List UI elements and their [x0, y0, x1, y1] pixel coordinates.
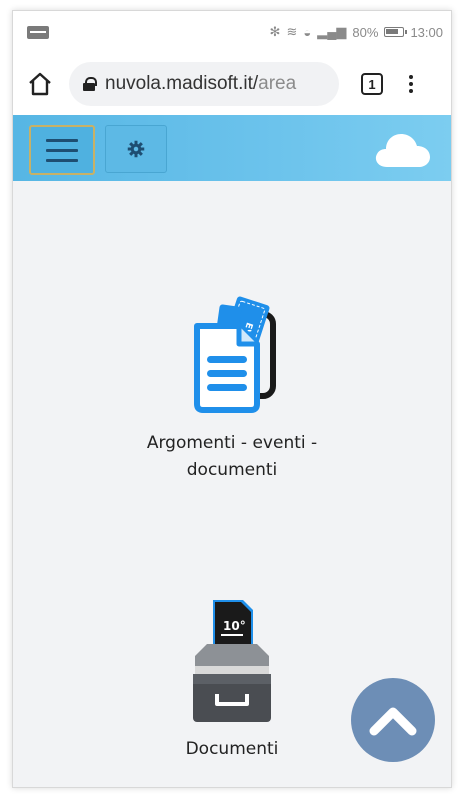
menu-toggle-button[interactable] — [29, 125, 95, 175]
home-icon — [29, 72, 51, 96]
wifi-icon: ◒ — [303, 24, 312, 40]
settings-button[interactable] — [105, 125, 167, 173]
signal-icon: ▂▄▆ — [317, 24, 347, 39]
status-bar: ✻ ≋ ◒ ▂▄▆ 80% 13:00 — [13, 11, 451, 53]
hamburger-line — [46, 138, 78, 142]
hamburger-line — [46, 158, 78, 162]
gear-icon — [127, 140, 145, 158]
battery-percent: 80% — [352, 24, 379, 40]
notification-icon — [27, 25, 49, 39]
address-bar[interactable]: nuvola.madisoft.it/area — [69, 62, 339, 106]
lock-icon — [83, 77, 97, 91]
dot-icon — [409, 75, 413, 79]
chevron-up-icon — [369, 707, 417, 736]
home-button[interactable] — [23, 67, 57, 101]
bluetooth-icon: ✻ — [269, 24, 281, 39]
tile-label-group: Argomenti - eventi - documenti — [13, 430, 451, 484]
vibrate-icon: ≋ — [286, 24, 298, 39]
phone-screen: ✻ ≋ ◒ ▂▄▆ 80% 13:00 nuvola.madisoft.it/a… — [12, 10, 452, 788]
status-icons: ✻ ≋ ◒ ▂▄▆ 80% 13:00 — [270, 24, 443, 40]
svg-text:10°: 10° — [223, 619, 246, 633]
tab-switcher-button[interactable]: 1 — [361, 73, 383, 95]
dot-icon — [409, 82, 413, 86]
url-text: nuvola.madisoft.it/area — [105, 73, 297, 94]
tile-label-line2: documenti — [186, 460, 278, 480]
dot-icon — [409, 89, 413, 93]
document-event-icon: EVENT — [194, 296, 276, 413]
scroll-to-top-button[interactable] — [351, 678, 435, 762]
document-tray-icon: 10° — [193, 600, 271, 722]
cloud-icon[interactable] — [373, 129, 431, 169]
tile-argomenti-eventi-documenti[interactable]: EVENT Argomenti - eventi - documenti — [13, 296, 451, 484]
main-content: EVENT Argomenti - eventi - documenti — [13, 181, 451, 787]
tile-label-line1: Argomenti - eventi - — [146, 433, 318, 453]
browser-toolbar: nuvola.madisoft.it/area 1 — [13, 53, 451, 115]
hamburger-line — [46, 148, 78, 152]
app-header — [13, 115, 451, 181]
battery-icon — [384, 27, 408, 37]
clock: 13:00 — [410, 24, 443, 40]
browser-menu-button[interactable] — [407, 75, 415, 93]
